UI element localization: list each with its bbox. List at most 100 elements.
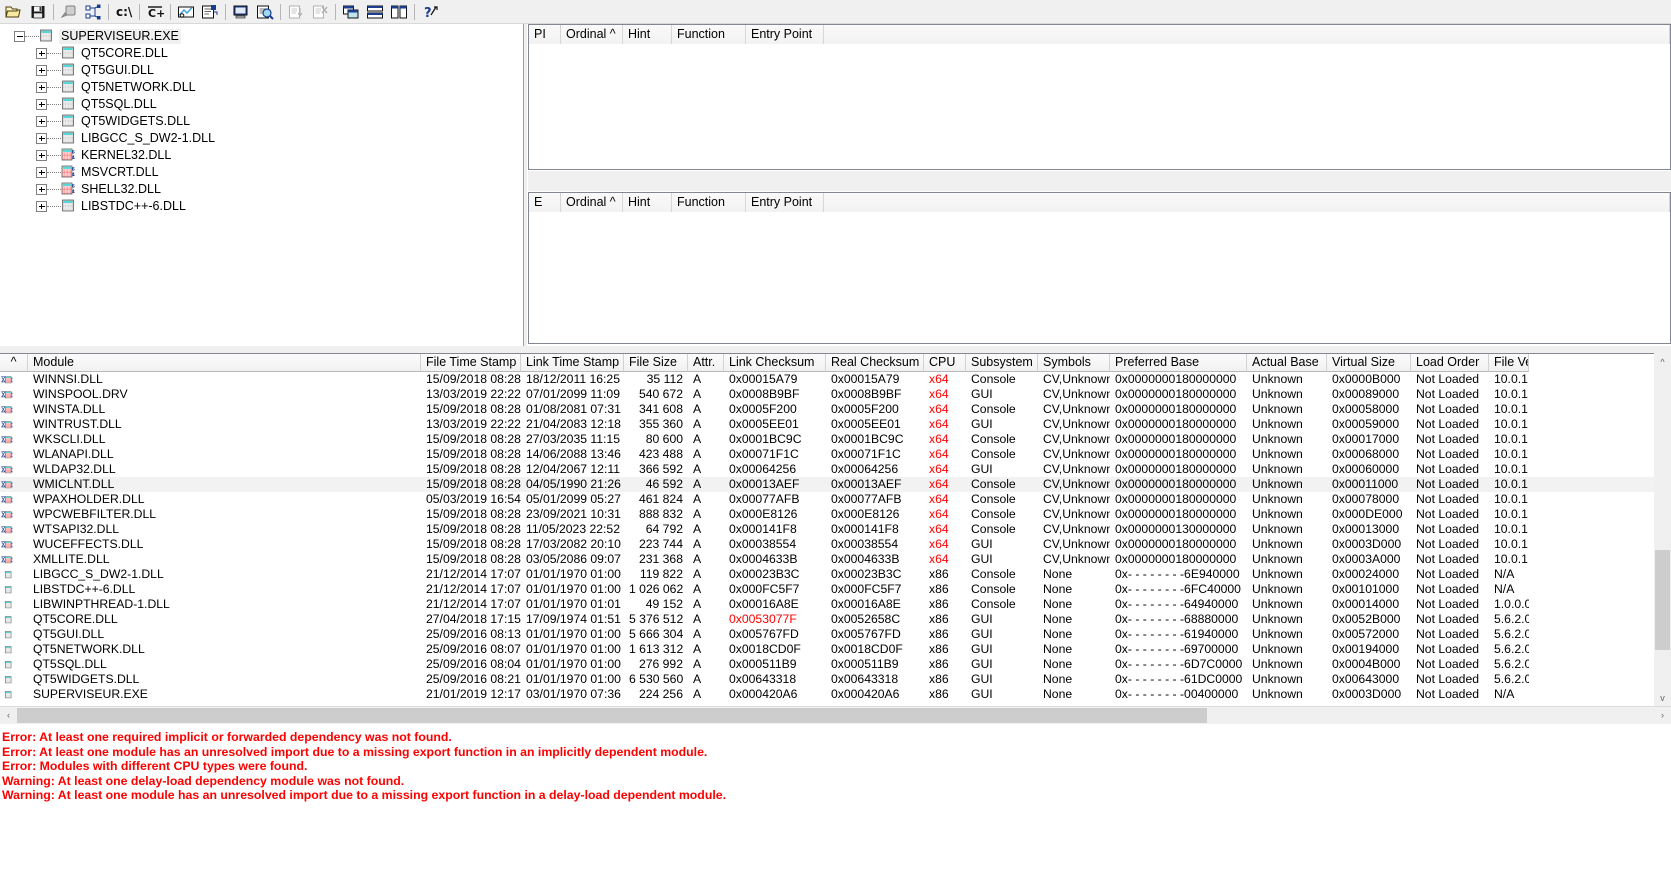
- expand-toggle-icon[interactable]: [36, 82, 47, 93]
- start-profiling-icon[interactable]: [284, 1, 308, 23]
- module-column-header[interactable]: ^: [0, 354, 28, 372]
- table-row[interactable]: 6 4 WPCWEBFILTER.DLL 15/09/2018 08:28 23/09/…: [0, 507, 1671, 522]
- view-full-paths-icon[interactable]: [198, 1, 222, 23]
- table-row[interactable]: 6 4 WINTRUST.DLL 13/03/2019 22:22 21/04/2083…: [0, 417, 1671, 432]
- column-header[interactable]: Hint: [623, 25, 672, 44]
- table-row[interactable]: 6 4 WINSPOOL.DRV 13/03/2019 22:22 07/01/2099…: [0, 387, 1671, 402]
- system-info-icon[interactable]: [229, 1, 253, 23]
- tree-node[interactable]: 6 4 KERNEL32.DLL: [6, 147, 523, 164]
- expand-toggle-icon[interactable]: [36, 167, 47, 178]
- scroll-left-arrow[interactable]: ‹: [0, 706, 17, 724]
- module-column-header[interactable]: Virtual Size: [1327, 354, 1411, 372]
- column-header[interactable]: Function: [672, 25, 746, 44]
- column-header[interactable]: Entry Point: [746, 25, 824, 44]
- column-header[interactable]: Hint: [623, 193, 672, 212]
- column-header[interactable]: E: [529, 193, 561, 212]
- tree-node[interactable]: QT5WIDGETS.DLL: [6, 113, 523, 130]
- table-row[interactable]: LIBGCC_S_DW2-1.DLL 21/12/2014 17:07 01/01/…: [0, 567, 1671, 582]
- table-row[interactable]: LIBWINPTHREAD-1.DLL 21/12/2014 17:07 01/01…: [0, 597, 1671, 612]
- expand-toggle-icon[interactable]: [36, 116, 47, 127]
- table-row[interactable]: SUPERVISEUR.EXE 21/01/2019 12:17 03/01/197…: [0, 687, 1671, 702]
- view-module-paths-icon[interactable]: [81, 1, 105, 23]
- table-row[interactable]: QT5NETWORK.DLL 25/09/2016 08:07 01/01/1970…: [0, 642, 1671, 657]
- column-header[interactable]: PI: [529, 25, 561, 44]
- tree-node[interactable]: QT5GUI.DLL: [6, 62, 523, 79]
- module-column-header[interactable]: Symbols: [1038, 354, 1110, 372]
- save-icon[interactable]: [26, 1, 50, 23]
- expand-all-icon[interactable]: C++: [143, 1, 167, 23]
- tree-node[interactable]: QT5CORE.DLL: [6, 45, 523, 62]
- module-column-header[interactable]: Subsystem: [966, 354, 1038, 372]
- message-log-pane[interactable]: Error: At least one required implicit or…: [0, 726, 1671, 876]
- open-icon[interactable]: [2, 1, 26, 23]
- module-column-header[interactable]: Attr.: [688, 354, 724, 372]
- table-row[interactable]: LIBSTDC++-6.DLL 21/12/2014 17:07 01/01/197…: [0, 582, 1671, 597]
- expand-toggle-icon[interactable]: [36, 201, 47, 212]
- expand-toggle-icon[interactable]: [36, 133, 47, 144]
- module-column-header[interactable]: File Time Stamp: [421, 354, 521, 372]
- scroll-right-arrow[interactable]: ›: [1654, 706, 1671, 724]
- view-undecorated-icon[interactable]: c:\: [112, 1, 136, 23]
- export-function-list[interactable]: E Ordinal ^ Hint Function Entry Point: [528, 192, 1671, 344]
- expand-toggle-icon[interactable]: [36, 48, 47, 59]
- module-column-header[interactable]: File Size: [624, 354, 688, 372]
- table-row[interactable]: QT5SQL.DLL 25/09/2016 08:04 01/01/1970 01:…: [0, 657, 1671, 672]
- import-function-list[interactable]: PI Ordinal ^ Hint Function Entry Point: [528, 24, 1671, 170]
- expand-toggle-icon[interactable]: [36, 184, 47, 195]
- column-header[interactable]: Ordinal ^: [561, 193, 623, 212]
- module-list-horizontal-scrollbar[interactable]: ‹ ›: [0, 706, 1671, 724]
- column-header[interactable]: Function: [672, 193, 746, 212]
- vscroll-track[interactable]: [1654, 370, 1671, 689]
- table-row[interactable]: 6 4 WUCEFFECTS.DLL 15/09/2018 08:28 17/03/20…: [0, 537, 1671, 552]
- table-row[interactable]: QT5WIDGETS.DLL 25/09/2016 08:21 01/01/1970…: [0, 672, 1671, 687]
- tree-node[interactable]: QT5NETWORK.DLL: [6, 79, 523, 96]
- tree-node[interactable]: LIBSTDC++-6.DLL: [6, 198, 523, 215]
- tree-node[interactable]: QT5SQL.DLL: [6, 96, 523, 113]
- module-column-header[interactable]: Real Checksum: [826, 354, 924, 372]
- tree-node[interactable]: 6 4 SHELL32.DLL: [6, 181, 523, 198]
- table-row[interactable]: 6 4 WLDAP32.DLL 15/09/2018 08:28 12/04/2067 …: [0, 462, 1671, 477]
- module-column-header[interactable]: Load Order: [1411, 354, 1489, 372]
- expand-toggle-icon[interactable]: [36, 99, 47, 110]
- tile-horizontal-icon[interactable]: [363, 1, 387, 23]
- scroll-up-arrow[interactable]: ^: [1654, 353, 1671, 370]
- table-row[interactable]: 6 4 WLANAPI.DLL 15/09/2018 08:28 14/06/2088 …: [0, 447, 1671, 462]
- module-list[interactable]: ^ Module File Time Stamp Link Time Stamp Fil…: [0, 353, 1671, 711]
- table-row[interactable]: QT5CORE.DLL 27/04/2018 17:15 17/09/1974 01…: [0, 612, 1671, 627]
- vertical-splitter[interactable]: [524, 24, 527, 346]
- column-header[interactable]: Ordinal ^: [561, 25, 623, 44]
- table-row[interactable]: 6 4 WTSAPI32.DLL 15/09/2018 08:28 11/05/2023…: [0, 522, 1671, 537]
- module-column-header[interactable]: Preferred Base: [1110, 354, 1247, 372]
- stop-profiling-icon[interactable]: [308, 1, 332, 23]
- copy-icon[interactable]: [57, 1, 81, 23]
- hscroll-thumb[interactable]: [17, 707, 1207, 723]
- table-row[interactable]: 6 4 WINSTA.DLL 15/09/2018 08:28 01/08/2081 0…: [0, 402, 1671, 417]
- module-column-header[interactable]: CPU: [924, 354, 966, 372]
- expand-toggle-icon[interactable]: [36, 65, 47, 76]
- table-row[interactable]: 6 4 WPAXHOLDER.DLL 05/03/2019 16:54 05/01/20…: [0, 492, 1671, 507]
- tree-node-root[interactable]: SUPERVISEUR.EXE: [6, 28, 523, 45]
- cascade-icon[interactable]: [339, 1, 363, 23]
- horizontal-splitter-upper[interactable]: [528, 171, 1671, 191]
- module-dependency-tree[interactable]: SUPERVISEUR.EXE QT5CORE.DLL QT5GUI.DLL QT5N…: [0, 24, 524, 346]
- table-row[interactable]: QT5GUI.DLL 25/09/2016 08:13 01/01/1970 01:…: [0, 627, 1671, 642]
- module-column-header[interactable]: Actual Base: [1247, 354, 1327, 372]
- module-column-header[interactable]: Module: [28, 354, 421, 372]
- expand-toggle-icon[interactable]: [36, 150, 47, 161]
- export-list-body[interactable]: [529, 212, 1670, 343]
- tree-node[interactable]: LIBGCC_S_DW2-1.DLL: [6, 130, 523, 147]
- module-column-header[interactable]: Link Checksum: [724, 354, 826, 372]
- help-icon[interactable]: ?: [418, 1, 442, 23]
- horizontal-splitter-main[interactable]: [0, 346, 1671, 353]
- hscroll-track[interactable]: [17, 706, 1654, 724]
- collapse-toggle-icon[interactable]: [14, 31, 25, 42]
- auto-expand-icon[interactable]: [174, 1, 198, 23]
- module-list-rows[interactable]: 6 4 WINNSI.DLL 15/09/2018 08:28 18/12/2011 1…: [0, 372, 1671, 702]
- module-list-vertical-scrollbar[interactable]: ^ v: [1654, 353, 1671, 706]
- table-row[interactable]: 6 4 XMLLITE.DLL 15/09/2018 08:28 03/05/2086 …: [0, 552, 1671, 567]
- scroll-down-arrow[interactable]: v: [1654, 689, 1671, 706]
- module-column-header[interactable]: Link Time Stamp: [521, 354, 624, 372]
- module-column-header[interactable]: File Ve: [1489, 354, 1529, 372]
- configure-search-icon[interactable]: [253, 1, 277, 23]
- tile-vertical-icon[interactable]: [387, 1, 411, 23]
